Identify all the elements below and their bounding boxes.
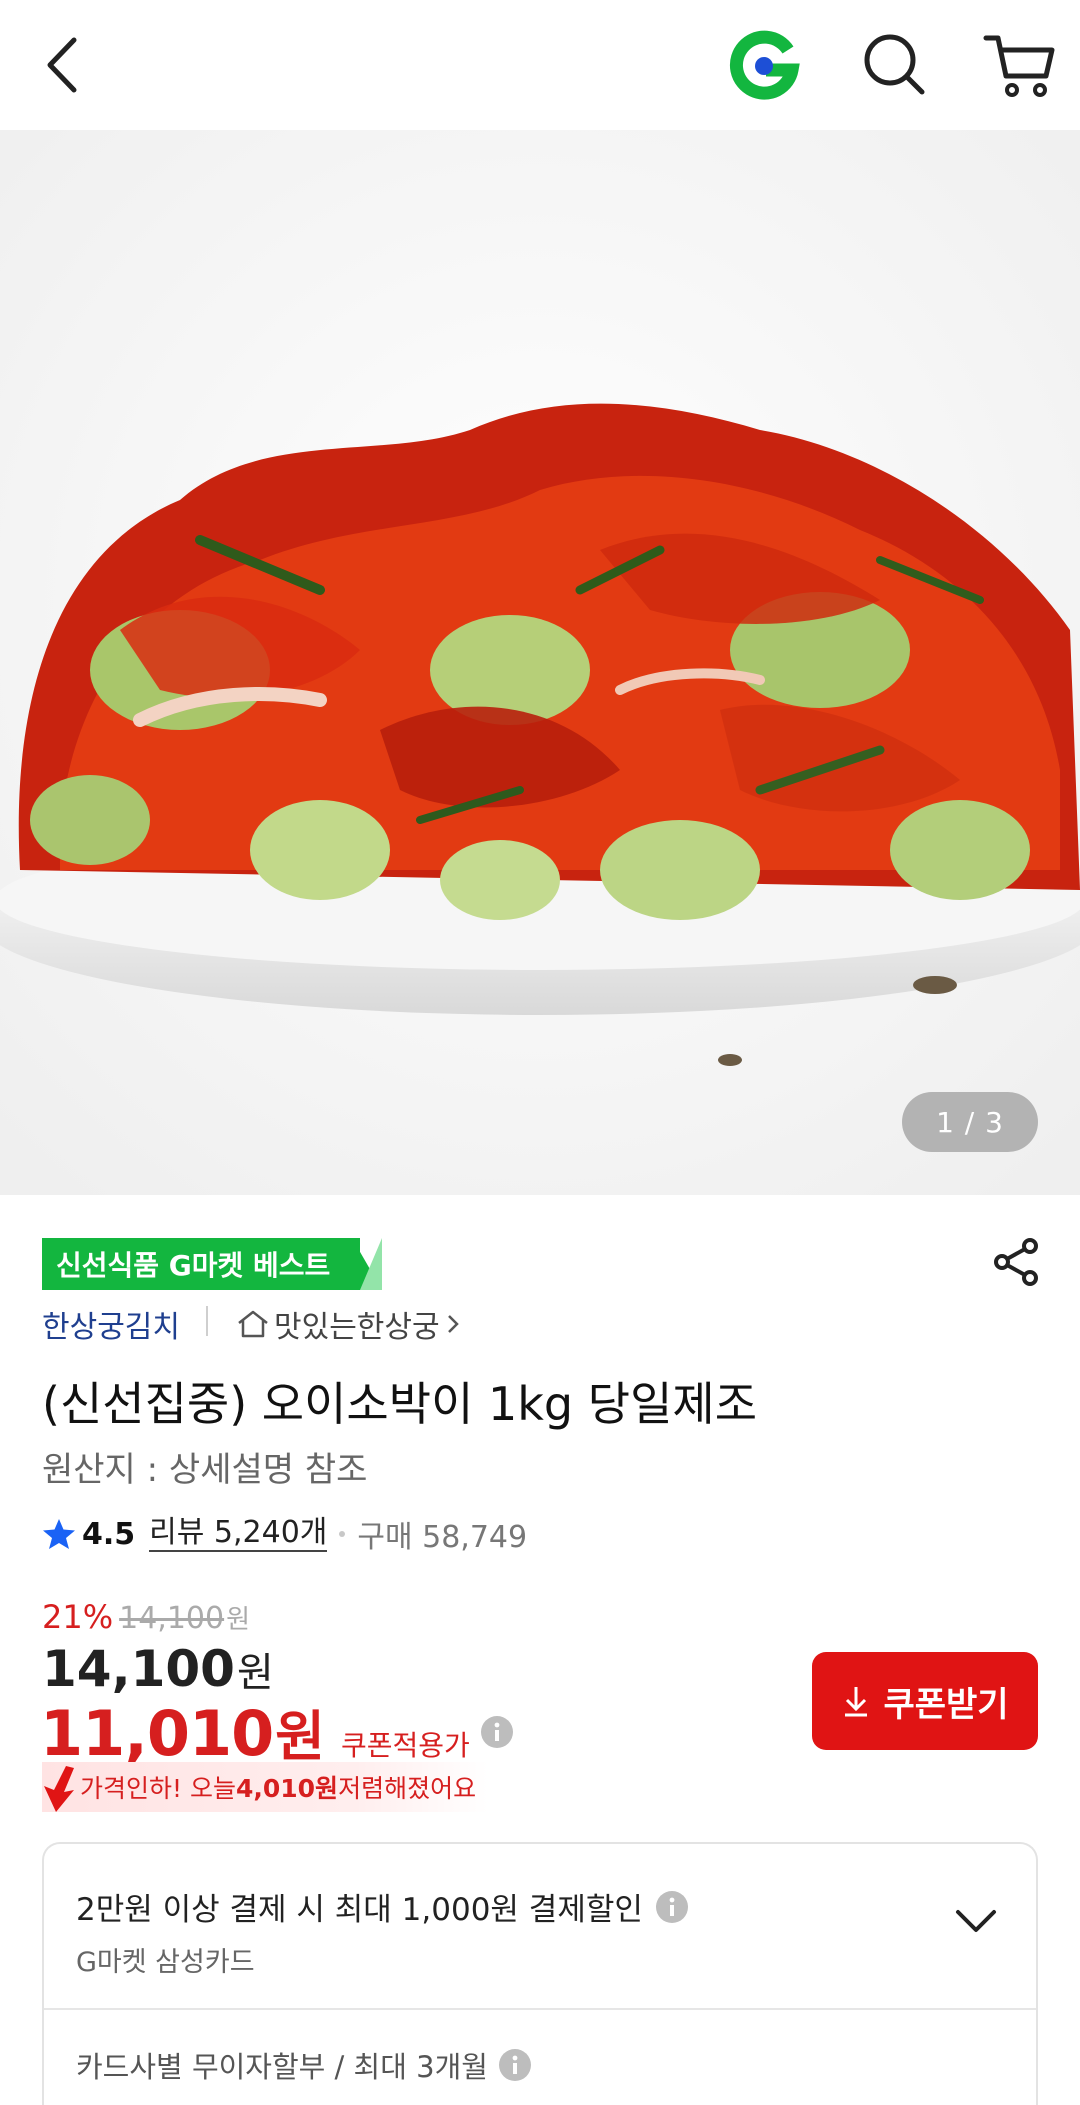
coupon-button-label: 쿠폰받기	[883, 1685, 1009, 1724]
card-promo-text: 2만원 이상 결제 시 최대 1,000원 결제할인	[76, 1892, 643, 1928]
chevron-down-icon[interactable]	[954, 1906, 998, 1936]
rating-score: 4.5	[82, 1516, 136, 1552]
chevron-right-icon	[447, 1315, 459, 1333]
star-icon	[43, 1519, 75, 1549]
discount-percent: 21%	[42, 1598, 114, 1636]
home-icon	[238, 1310, 268, 1338]
sale-price-unit: 원	[236, 1650, 274, 1696]
price-drop-suffix: 저렴해졌어요	[338, 1774, 477, 1803]
gallery-pager: 1 / 3	[902, 1092, 1038, 1152]
card-discount-row[interactable]: 2만원 이상 결제 시 최대 1,000원 결제할인 G마켓 삼성카드	[44, 1844, 1036, 2010]
chevron-left-icon[interactable]	[40, 30, 90, 100]
info-icon[interactable]	[655, 1890, 689, 1924]
card-promo: 2만원 이상 결제 시 최대 1,000원 결제할인	[76, 1884, 689, 1929]
dot-separator	[339, 1531, 346, 1537]
original-price: 14,100	[119, 1601, 225, 1636]
shop-link[interactable]: 맛있는한상궁	[236, 1302, 460, 1346]
product-image[interactable]: 1 / 3	[0, 130, 1080, 1195]
search-icon[interactable]	[858, 28, 930, 100]
price-drop-prefix: 가격인하! 오늘	[80, 1774, 236, 1803]
gmarket-g-logo[interactable]	[728, 28, 800, 100]
cart-icon[interactable]	[980, 28, 1060, 100]
product-origin: 원산지 : 상세설명 참조	[42, 1450, 368, 1490]
best-badge: 신선식품 G마켓 베스트	[42, 1238, 361, 1290]
review-link[interactable]: 리뷰 5,240개	[149, 1516, 328, 1552]
info-icon[interactable]	[498, 2048, 532, 2082]
purchase-count: 구매 58,749	[357, 1520, 528, 1555]
shop-name: 맛있는한상궁	[274, 1310, 440, 1345]
coupon-download-button[interactable]: 쿠폰받기	[812, 1652, 1038, 1750]
coupon-price-unit: 원	[275, 1705, 325, 1768]
sale-price-amount: 14,100	[42, 1640, 235, 1698]
product-title: (신선집중) 오이소박이 1kg 당일제조	[42, 1377, 758, 1431]
coupon-price-row: 11,010 원 쿠폰적용가	[40, 1692, 514, 1771]
installment-text: 카드사별 무이자할부 / 최대 3개월	[76, 2050, 488, 2084]
download-icon	[845, 1687, 868, 1717]
coupon-price-amount: 11,010	[40, 1697, 274, 1770]
sale-price: 14,100원	[42, 1640, 274, 1698]
rating-row: 4.5 리뷰 5,240개 구매 58,749	[42, 1512, 527, 1556]
card-benefit-box: 2만원 이상 결제 시 최대 1,000원 결제할인 G마켓 삼성카드 카드사별…	[42, 1842, 1038, 2105]
share-icon[interactable]	[990, 1236, 1042, 1288]
divider	[206, 1306, 208, 1336]
card-name: G마켓 삼성카드	[76, 1947, 255, 1978]
original-price-unit: 원	[226, 1605, 251, 1635]
discount-row: 21% 14,100 원	[42, 1598, 250, 1636]
info-icon[interactable]	[480, 1715, 514, 1749]
price-drop-banner: 가격인하! 오늘 4,010원 저렴해졌어요	[42, 1762, 488, 1812]
arrow-down-icon	[44, 1766, 74, 1812]
seller-link[interactable]: 한상궁김치	[42, 1302, 180, 1346]
coupon-price-label: 쿠폰적용가	[340, 1729, 470, 1762]
price-drop-amount: 4,010원	[235, 1774, 339, 1803]
installment-row: 카드사별 무이자할부 / 최대 3개월	[76, 2044, 532, 2086]
top-bar	[0, 0, 1080, 130]
